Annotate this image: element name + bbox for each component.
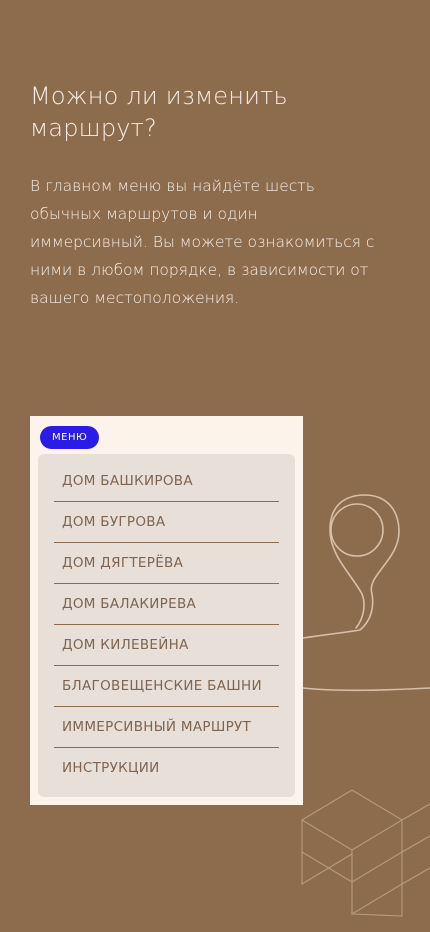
menu-badge[interactable]: МЕНЮ [40, 426, 100, 449]
route-item-kileveyn[interactable]: ДОМ КИЛЕВЕЙНА [54, 625, 279, 666]
route-item-bashkirov[interactable]: ДОМ БАШКИРОВА [54, 461, 279, 502]
menu-preview-card: МЕНЮ ДОМ БАШКИРОВА ДОМ БУГРОВА ДОМ ДЯГТЕ… [30, 416, 303, 805]
route-item-immersive[interactable]: ИММЕРСИВНЫЙ МАРШРУТ [54, 707, 279, 748]
isometric-tiles-decoration [300, 789, 430, 917]
route-item-dyagterev[interactable]: ДОМ ДЯГТЕРЁВА [54, 543, 279, 584]
route-item-blagoveshchenskie-towers[interactable]: БЛАГОВЕЩЕНСКИЕ БАШНИ [54, 666, 279, 707]
route-list: ДОМ БАШКИРОВА ДОМ БУГРОВА ДОМ ДЯГТЕРЁВА … [54, 461, 279, 788]
map-pin-icon [302, 494, 430, 692]
route-item-balakirev[interactable]: ДОМ БАЛАКИРЕВА [54, 584, 279, 625]
route-item-instructions[interactable]: ИНСТРУКЦИИ [54, 748, 279, 788]
route-item-bugrov[interactable]: ДОМ БУГРОВА [54, 502, 279, 543]
menu-panel: ДОМ БАШКИРОВА ДОМ БУГРОВА ДОМ ДЯГТЕРЁВА … [38, 454, 295, 797]
